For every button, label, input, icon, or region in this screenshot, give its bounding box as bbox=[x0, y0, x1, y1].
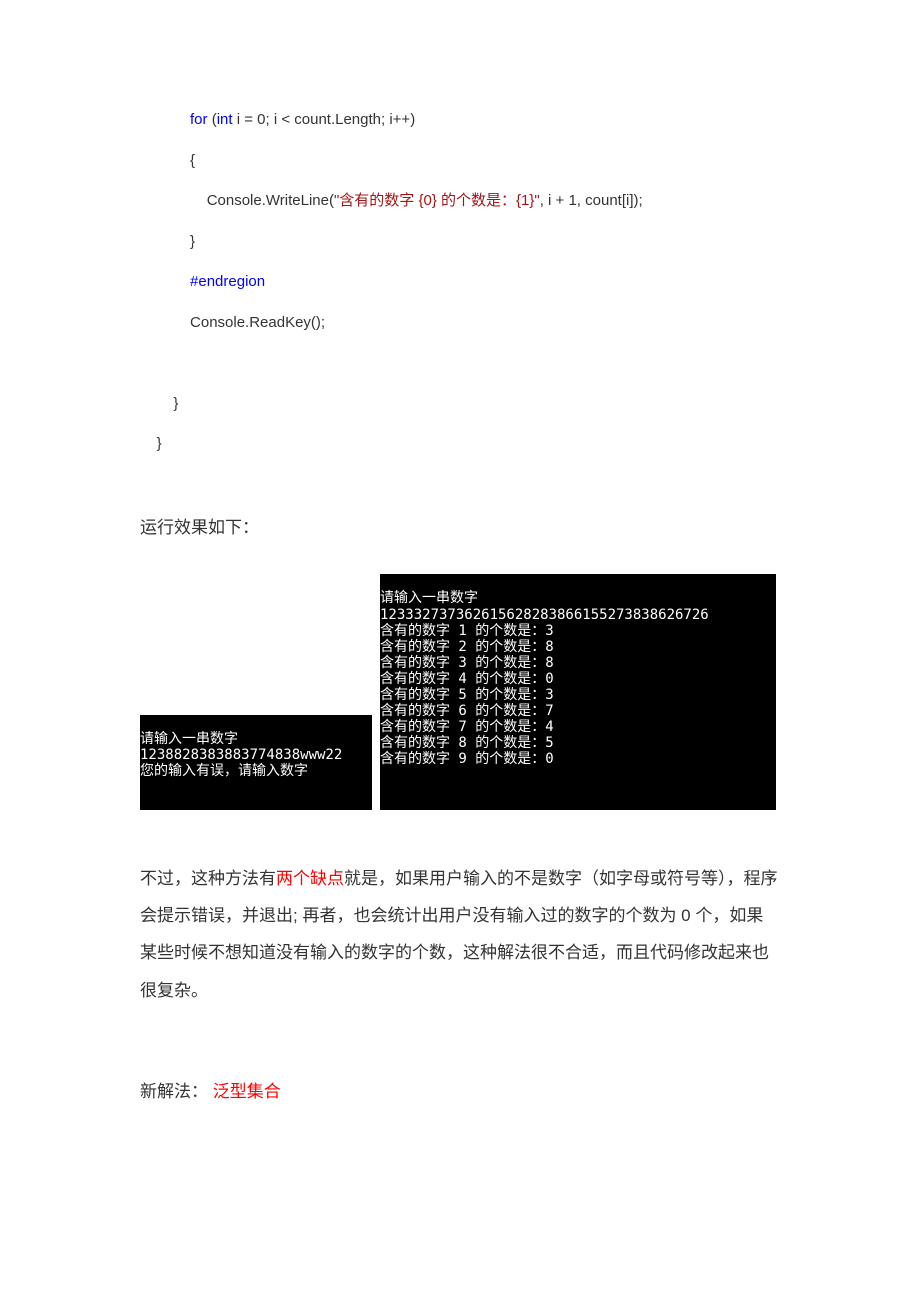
console-result-row: 含有的数字 1 的个数是：3 bbox=[380, 623, 554, 639]
console-result-row: 含有的数字 9 的个数是：0 bbox=[380, 751, 554, 767]
keyword-int: int bbox=[217, 111, 233, 128]
console-prompt: 请输入一串数字 bbox=[380, 590, 478, 606]
run-result-label: 运行效果如下： bbox=[140, 505, 780, 551]
console-result-row: 含有的数字 5 的个数是：3 bbox=[380, 687, 554, 703]
console-result-row: 含有的数字 3 的个数是：8 bbox=[380, 655, 554, 671]
analysis-paragraph: 不过，这种方法有两个缺点就是，如果用户输入的不是数字（如字母或符号等），程序会提… bbox=[140, 860, 780, 1010]
code-line-for: for (int i = 0; i < count.Length; i++) bbox=[140, 100, 780, 141]
console-padding bbox=[140, 780, 372, 810]
new-method-label: 新解法： bbox=[140, 1082, 208, 1101]
keyword-for: for bbox=[190, 111, 208, 128]
console-output-success: 请输入一串数字 12333273736261562828386615527383… bbox=[380, 574, 776, 809]
console-writeline: Console.WriteLine( bbox=[207, 192, 334, 209]
analysis-rest: 就是，如果用户输入的不是数字（如字母或符号等），程序会提示错误，并退出; 再者，… bbox=[140, 869, 778, 1000]
code-line-endregion: #endregion bbox=[140, 262, 780, 303]
console-input: 1238828383883774838www22 bbox=[140, 747, 342, 763]
code-line-end-brace2: } bbox=[140, 424, 780, 465]
analysis-flaw-phrase: 两个缺点 bbox=[276, 869, 344, 888]
new-method-name: 泛型集合 bbox=[213, 1082, 281, 1101]
analysis-pre: 不过，这种方法有 bbox=[140, 869, 276, 888]
console-output-error: 请输入一串数字 1238828383883774838www22 您的输入有误，… bbox=[140, 715, 372, 809]
literal-one: 1 bbox=[568, 192, 576, 209]
console-readkey: Console.ReadKey(); bbox=[190, 314, 325, 331]
code-line-brace-open: { bbox=[140, 141, 780, 182]
console-result-row: 含有的数字 2 的个数是：8 bbox=[380, 639, 554, 655]
console-result-row: 含有的数字 7 的个数是：4 bbox=[380, 719, 554, 735]
console-padding bbox=[380, 768, 776, 810]
code-line-blank bbox=[140, 343, 780, 384]
console-result-row: 含有的数字 4 的个数是：0 bbox=[380, 671, 554, 687]
code-line-brace-close: } bbox=[140, 222, 780, 263]
code-line-readkey: Console.ReadKey(); bbox=[140, 303, 780, 344]
for-condition: ; i < count.Length; i++) bbox=[266, 111, 416, 128]
endregion-directive: #endregion bbox=[190, 273, 265, 290]
console-output-container: 请输入一串数字 1238828383883774838www22 您的输入有误，… bbox=[140, 574, 780, 809]
console-prompt: 请输入一串数字 bbox=[140, 731, 238, 747]
code-line-end-brace1: } bbox=[140, 384, 780, 425]
literal-zero: 0 bbox=[257, 111, 265, 128]
code-line-writeline: Console.WriteLine("含有的数字 {0} 的个数是：{1}", … bbox=[140, 181, 780, 222]
new-method-line: 新解法： 泛型集合 bbox=[140, 1069, 780, 1115]
console-result-row: 含有的数字 8 的个数是：5 bbox=[380, 735, 554, 751]
code-block: for (int i = 0; i < count.Length; i++) {… bbox=[140, 100, 780, 465]
console-result-row: 含有的数字 6 的个数是：7 bbox=[380, 703, 554, 719]
string-literal: "含有的数字 {0} 的个数是：{1}" bbox=[334, 192, 540, 209]
console-error-msg: 您的输入有误，请输入数字 bbox=[140, 763, 308, 779]
console-input: 123332737362615628283866155273838626726 bbox=[380, 607, 709, 623]
